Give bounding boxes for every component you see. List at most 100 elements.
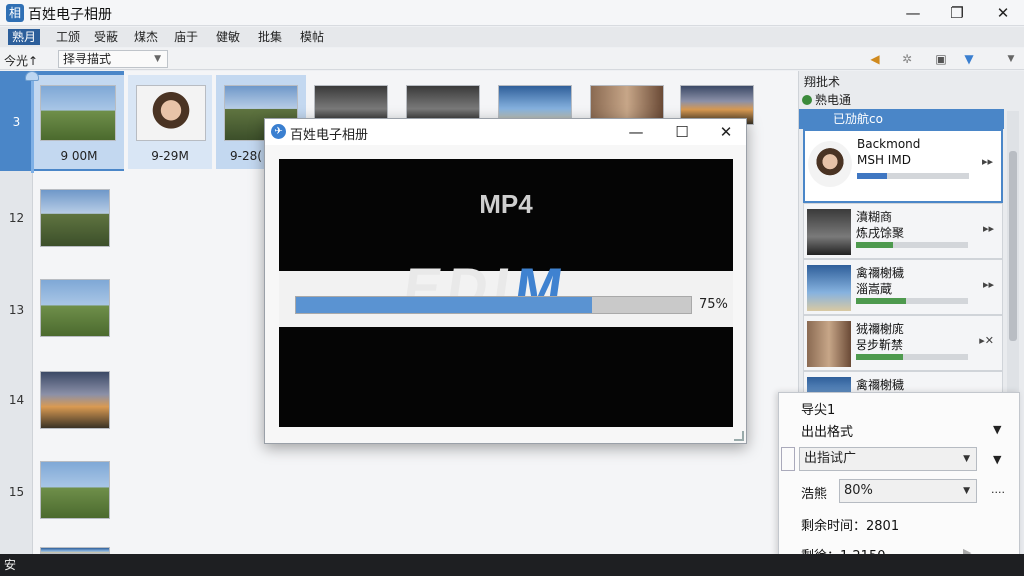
menu-item-6[interactable]: 健敏 bbox=[212, 29, 244, 45]
track-progress-fill bbox=[857, 173, 888, 179]
toolbar-label: 今光↑ bbox=[4, 54, 39, 68]
resolution-select[interactable]: 出指试广 ▼ bbox=[799, 447, 977, 471]
clip-thumbnail[interactable] bbox=[40, 461, 110, 519]
app-logo-icon: 相 bbox=[6, 4, 24, 22]
export-progress-dialog: ✈ 百姓电子相册 — ☐ ✕ MP4 EDIM 75% bbox=[264, 118, 747, 444]
row-number: 3 bbox=[12, 115, 21, 129]
menu-item-4[interactable]: 煤杰 bbox=[130, 29, 162, 45]
track-action-icon[interactable]: ▸▸ bbox=[982, 155, 993, 168]
clip-thumbnail[interactable] bbox=[40, 279, 110, 337]
track-item[interactable]: 狨禰榭庣 뭉步靳禁 ▸✕ bbox=[803, 315, 1003, 371]
status-text: 安 bbox=[4, 558, 17, 572]
quality-select[interactable]: 80% ▼ bbox=[839, 479, 977, 503]
track-action-icon[interactable]: ▸✕ bbox=[979, 334, 994, 347]
row-handle bbox=[781, 447, 795, 471]
export-title: 导尖1 bbox=[801, 403, 836, 418]
clip-label: 9 00M bbox=[60, 149, 98, 163]
track-progress-fill bbox=[856, 354, 904, 360]
track-progress-bar bbox=[856, 242, 968, 248]
remaining-time: 剩余时间：2801 bbox=[801, 519, 900, 534]
resize-grip-icon[interactable] bbox=[734, 431, 744, 441]
clip-label: 9-29M bbox=[151, 149, 189, 163]
chevron-down-icon: ▼ bbox=[963, 486, 970, 496]
dialog-maximize-button[interactable]: ☐ bbox=[667, 121, 697, 143]
maximize-button[interactable]: ❐ bbox=[942, 2, 972, 24]
wifi-icon[interactable]: ▼ bbox=[960, 51, 978, 67]
format-dropdown-icon[interactable]: ▼ bbox=[993, 423, 1001, 436]
chevron-down-icon: ▼ bbox=[154, 54, 161, 64]
track-progress-fill bbox=[856, 298, 907, 304]
row-number: 14 bbox=[8, 393, 25, 407]
dialog-close-button[interactable]: ✕ bbox=[711, 121, 741, 143]
status-bar: 安 bbox=[0, 554, 1024, 576]
track-subtitle: 淄嵩蔵 bbox=[856, 282, 893, 296]
toolbar: 今光↑ 择寻描式 ▼ ◀ ✲ ▣ ▼ ▼ bbox=[0, 48, 1024, 70]
track-title: 濆糊商 bbox=[856, 210, 893, 224]
menu-item-8[interactable]: 模帖 bbox=[296, 29, 328, 45]
clip-thumbnail[interactable] bbox=[40, 371, 110, 429]
quality-label: 浩熊 bbox=[801, 487, 828, 502]
track-subtitle: 뭉步靳禁 bbox=[856, 338, 904, 352]
track-thumbnail bbox=[807, 209, 851, 255]
track-action-icon[interactable]: ▸▸ bbox=[983, 278, 994, 291]
track-item[interactable]: 禽禰榭穢 淄嵩蔵 ▸▸ bbox=[803, 259, 1003, 315]
track-title: 禽禰榭穢 bbox=[856, 266, 905, 280]
panel-heading: 翔批术 bbox=[804, 75, 841, 89]
clip-thumbnail[interactable] bbox=[40, 85, 116, 141]
track-item[interactable]: 濆糊商 炼戌馀聚 ▸▸ bbox=[803, 203, 1003, 259]
track-item[interactable]: Backmond MSH IMD ▸▸ bbox=[803, 129, 1003, 203]
row-number: 12 bbox=[8, 211, 25, 225]
dialog-minimize-button[interactable]: — bbox=[621, 121, 651, 143]
back-arrow-icon[interactable]: ◀ bbox=[866, 51, 884, 67]
row-number: 15 bbox=[8, 485, 25, 499]
clip-thumbnail[interactable] bbox=[136, 85, 206, 141]
export-progress-percent: 75% bbox=[699, 297, 728, 312]
app-window: 相 百姓电子相册 — ❐ ✕ 熟月 工颁 受蔽 煤杰 庙于 健敏 批集 模帖 今… bbox=[0, 0, 1024, 576]
playhead[interactable] bbox=[31, 73, 34, 173]
export-progress-fill bbox=[296, 297, 593, 313]
dialog-title-bar: ✈ 百姓电子相册 — ☐ ✕ bbox=[265, 119, 746, 145]
menu-item-7[interactable]: 批集 bbox=[254, 29, 286, 45]
mode-select[interactable]: 择寻描式 ▼ bbox=[58, 50, 168, 68]
close-button[interactable]: ✕ bbox=[988, 2, 1018, 24]
format-heading: MP4 bbox=[479, 189, 533, 219]
track-subtitle: 炼戌馀聚 bbox=[856, 226, 905, 240]
scrollbar-thumb[interactable] bbox=[1009, 151, 1017, 341]
more-options-icon[interactable]: .... bbox=[991, 483, 1005, 496]
panel-subheading: 熟电通 bbox=[802, 91, 851, 108]
track-progress-fill bbox=[856, 242, 893, 248]
track-title: Backmond bbox=[857, 137, 921, 151]
export-settings-panel: 导尖1 出出格式 ▼ 出指试广 ▼ ▼ 浩熊 80% ▼ .... 剩余时间：280… bbox=[778, 392, 1020, 574]
app-logo-icon: ✈ bbox=[271, 124, 286, 139]
resolution-dropdown-icon[interactable]: ▼ bbox=[993, 453, 1001, 466]
track-progress-bar bbox=[856, 298, 968, 304]
output-format-label: 出出格式 bbox=[801, 425, 854, 440]
resolution-value: 出指试广 bbox=[804, 451, 857, 466]
chevron-down-icon: ▼ bbox=[963, 454, 970, 464]
dialog-title: 百姓电子相册 bbox=[290, 128, 369, 143]
export-progress-bar bbox=[295, 296, 692, 314]
track-title: 狨禰榭庣 bbox=[856, 322, 905, 336]
settings-gear-icon[interactable]: ✲ bbox=[898, 51, 916, 67]
track-thumbnail bbox=[807, 321, 851, 367]
playhead-handle[interactable] bbox=[25, 71, 39, 81]
layout-icon[interactable]: ▣ bbox=[932, 51, 950, 67]
toolbar-dropdown-icon[interactable]: ▼ bbox=[1002, 51, 1020, 67]
track-action-icon[interactable]: ▸▸ bbox=[983, 222, 994, 235]
minimize-button[interactable]: — bbox=[898, 2, 928, 24]
clip-thumbnail[interactable] bbox=[40, 189, 110, 247]
menu-item-2[interactable]: 工颁 bbox=[52, 29, 84, 45]
panel-status-bar: 已劢航co bbox=[799, 109, 1004, 129]
track-thumbnail bbox=[807, 265, 851, 311]
clip-thumbnail[interactable] bbox=[40, 547, 110, 554]
menu-item-5[interactable]: 庙于 bbox=[170, 29, 202, 45]
menu-item-1[interactable]: 熟月 bbox=[8, 29, 41, 45]
menu-bar: 熟月 工颁 受蔽 煤杰 庙于 健敏 批集 模帖 bbox=[0, 27, 1024, 47]
track-subtitle: MSH IMD bbox=[857, 153, 911, 167]
status-dot-icon bbox=[802, 95, 812, 105]
video-preview: MP4 EDIM 75% bbox=[279, 159, 733, 427]
menu-item-3[interactable]: 受蔽 bbox=[90, 29, 122, 45]
quality-value: 80% bbox=[844, 483, 873, 498]
panel-subheading-text: 熟电通 bbox=[815, 93, 852, 107]
mode-select-value: 择寻描式 bbox=[63, 52, 112, 66]
